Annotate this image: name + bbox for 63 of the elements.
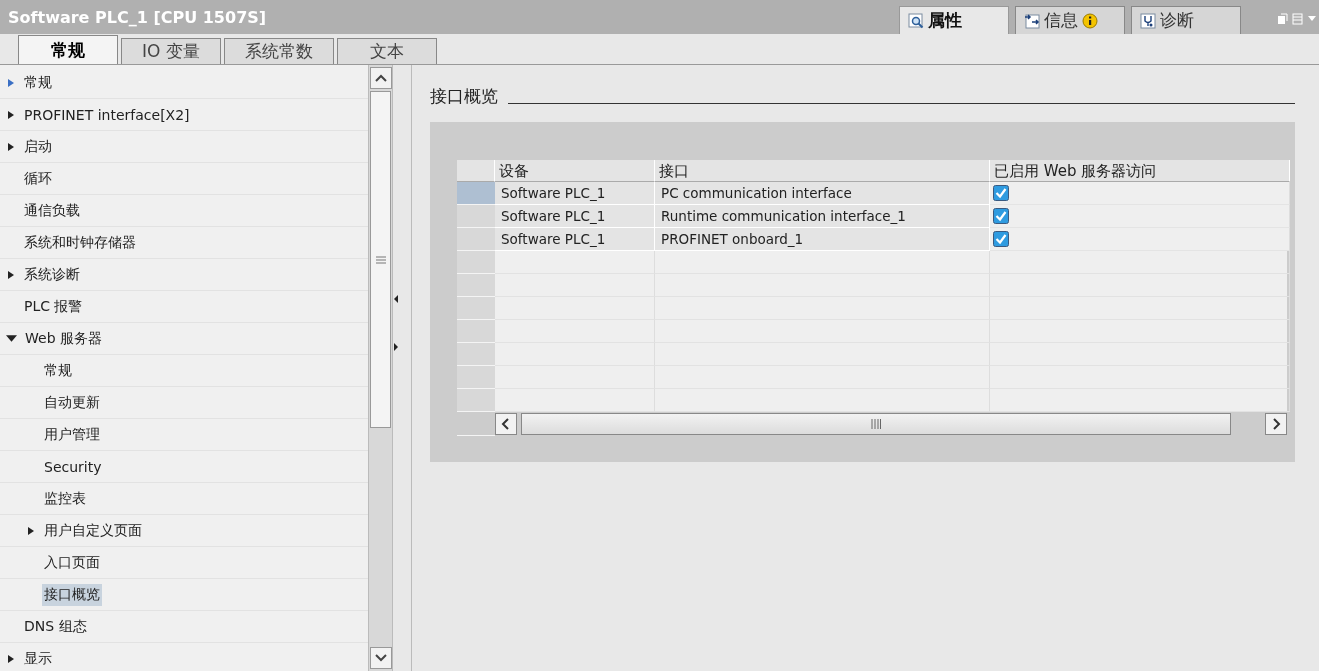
tree-item[interactable]: 自动更新 xyxy=(42,391,102,414)
tree-item[interactable]: 通信负载 xyxy=(22,199,82,222)
tree-item[interactable]: 常规 xyxy=(42,359,74,382)
horizontal-scrollbar[interactable] xyxy=(495,412,1287,436)
splitter-arrows-icon[interactable] xyxy=(393,293,399,353)
scroll-thumb[interactable] xyxy=(370,91,391,428)
tree-item[interactable]: PLC 报警 xyxy=(22,295,85,318)
stethoscope-icon xyxy=(1140,12,1156,29)
tab[interactable]: 常规 xyxy=(18,35,118,64)
tree-item[interactable]: 显示 xyxy=(22,647,54,670)
column-header[interactable]: 接口 xyxy=(655,160,990,182)
column-header[interactable]: 已启用 Web 服务器访问 xyxy=(990,160,1290,182)
collapsed-arrow-icon[interactable] xyxy=(6,109,16,120)
grip-icon xyxy=(871,419,881,429)
inspector-tab[interactable]: 属性 xyxy=(899,6,1009,34)
checkbox[interactable] xyxy=(993,185,1009,201)
column-header[interactable]: 设备 xyxy=(495,160,655,182)
tree-item[interactable]: 系统和时钟存储器 xyxy=(22,231,138,254)
tree-item[interactable]: 接口概览 xyxy=(42,583,102,606)
window-title: Software PLC_1 [CPU 1507S] xyxy=(8,7,267,27)
collapsed-arrow-icon[interactable] xyxy=(6,141,16,152)
tree-item[interactable]: Web 服务器 xyxy=(23,327,104,350)
scroll-down-icon[interactable] xyxy=(370,647,392,669)
vertical-scrollbar[interactable] xyxy=(368,65,392,671)
tree-item[interactable]: 用户管理 xyxy=(42,423,102,446)
checkbox[interactable] xyxy=(993,208,1009,224)
scroll-left-icon[interactable] xyxy=(495,413,517,435)
tree-item[interactable]: 系统诊断 xyxy=(22,263,82,286)
tree-item[interactable]: Security xyxy=(42,456,104,477)
table-cell: Runtime communication interface_1 xyxy=(655,205,990,228)
checkbox[interactable] xyxy=(993,231,1009,247)
inspector-tab[interactable]: 信息 xyxy=(1015,6,1125,34)
magnifier-document-icon xyxy=(908,12,924,29)
collapsed-arrow-icon[interactable] xyxy=(26,525,36,536)
tree-item[interactable]: 入口页面 xyxy=(42,551,102,574)
collapsed-arrow-icon[interactable] xyxy=(6,653,16,664)
table-cell: Software PLC_1 xyxy=(495,205,655,228)
tree-item[interactable]: 监控表 xyxy=(42,487,88,510)
tree-item[interactable]: PROFINET interface[X2] xyxy=(22,104,192,125)
tab[interactable]: 系统常数 xyxy=(224,38,334,64)
scroll-thumb[interactable] xyxy=(521,413,1231,435)
table-cell: PROFINET onboard_1 xyxy=(655,228,990,251)
tree-item[interactable]: 用户自定义页面 xyxy=(42,519,144,542)
table-cell: Software PLC_1 xyxy=(495,228,655,251)
table-cell: PC communication interface xyxy=(655,182,990,205)
header-corner xyxy=(457,160,495,182)
window-controls-icon[interactable] xyxy=(1277,11,1317,27)
table-cell: Software PLC_1 xyxy=(495,182,655,205)
tree-item[interactable]: DNS 组态 xyxy=(22,615,89,638)
row-header[interactable] xyxy=(457,182,495,205)
tree-item[interactable]: 常规 xyxy=(22,71,54,94)
section-title: 接口概览 xyxy=(430,85,498,108)
tab[interactable]: 文本 xyxy=(337,38,437,64)
grip-icon xyxy=(375,255,386,264)
scroll-up-icon[interactable] xyxy=(370,67,392,89)
inspector-tab[interactable]: 诊断 xyxy=(1131,6,1241,34)
arrows-document-icon xyxy=(1024,12,1040,29)
collapsed-arrow-icon[interactable] xyxy=(6,269,16,280)
tree-item[interactable]: 循环 xyxy=(22,167,54,190)
scroll-right-icon[interactable] xyxy=(1265,413,1287,435)
tree-item[interactable]: 启动 xyxy=(22,135,54,158)
expanded-arrow-icon[interactable] xyxy=(6,333,17,344)
tab[interactable]: IO 变量 xyxy=(121,38,221,64)
